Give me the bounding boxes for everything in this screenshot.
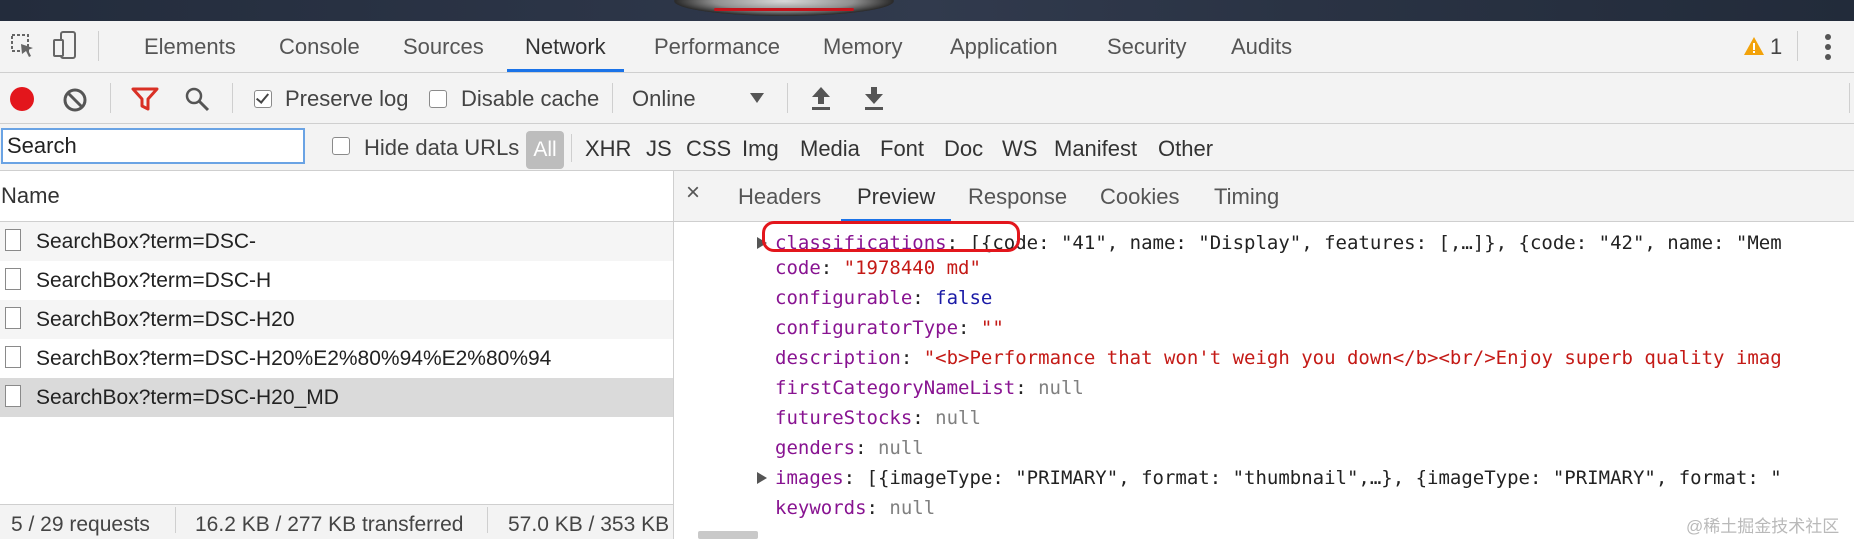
document-icon [5,268,21,290]
tab-elements[interactable]: Elements [144,21,236,72]
export-har-icon[interactable] [863,85,885,111]
filter-css[interactable]: CSS [686,136,731,162]
expand-arrow-icon[interactable] [757,472,767,484]
tab-timing[interactable]: Timing [1214,171,1279,221]
code-highlight-annotation [762,221,1020,252]
json-row-code[interactable]: code: "1978440 md" [775,254,981,282]
more-menu-icon[interactable] [1824,33,1832,61]
filter-icon[interactable] [131,87,159,111]
request-name: SearchBox?term=DSC-H [36,269,272,292]
request-name: SearchBox?term=DSC-H20 [36,308,295,331]
filter-media[interactable]: Media [800,136,860,162]
tab-headers[interactable]: Headers [738,171,821,221]
preserve-log-checkbox[interactable] [254,90,272,108]
watermark: @稀土掘金技术社区 [1686,517,1840,536]
json-row-first-category-name-list[interactable]: firstCategoryNameList: null [775,374,1084,402]
chevron-down-icon[interactable] [750,93,764,103]
record-icon[interactable] [9,86,35,112]
device-toolbar-icon[interactable] [52,30,78,62]
hide-data-urls-checkbox[interactable] [332,137,350,155]
separator [571,134,572,162]
filter-all-button[interactable]: All [526,131,564,169]
detail-tab-bar: × Headers Preview Response Cookies Timin… [674,171,1854,222]
tab-network[interactable]: Network [507,21,624,72]
hide-data-urls-label[interactable]: Hide data URLs [364,135,519,161]
tab-cookies[interactable]: Cookies [1100,171,1179,221]
network-toolbar: Preserve log Disable cache Online [0,73,1854,124]
json-row-configurable[interactable]: configurable: false [775,284,992,312]
browser-top-strip [0,0,1854,21]
separator [98,31,99,61]
devtools-tab-bar: Elements Console Sources Network Perform… [0,21,1854,73]
separator [1797,31,1798,61]
transferred-size: 16.2 KB / 277 KB transferred [195,513,464,536]
document-icon [5,307,21,329]
separator [175,507,176,533]
filter-xhr[interactable]: XHR [585,136,631,162]
json-row-images[interactable]: images: [{imageType: "PRIMARY", format: … [775,464,1782,492]
request-name: SearchBox?term=DSC- [36,230,256,253]
warning-count[interactable]: 1 [1770,21,1782,72]
tab-response[interactable]: Response [968,171,1067,221]
preserve-log-label[interactable]: Preserve log [285,86,409,112]
request-row[interactable]: SearchBox?term=DSC-H [0,261,673,300]
clear-icon[interactable] [62,87,88,113]
separator [232,83,233,113]
network-status-bar: 5 / 29 requests 16.2 KB / 277 KB transfe… [0,504,673,539]
filter-ws[interactable]: WS [1002,136,1037,162]
filter-img[interactable]: Img [742,136,779,162]
request-row[interactable]: SearchBox?term=DSC-H20%E2%80%94%E2%80%94 [0,339,673,378]
request-name: SearchBox?term=DSC-H20_MD [36,386,339,409]
document-icon [5,229,21,251]
separator [787,83,788,113]
request-row[interactable]: SearchBox?term=DSC-H20 [0,300,673,339]
request-detail-pane: × Headers Preview Response Cookies Timin… [674,171,1854,539]
horizontal-scrollbar[interactable] [698,531,758,539]
tab-performance[interactable]: Performance [654,21,780,72]
filter-font[interactable]: Font [880,136,924,162]
json-row-configurator-type[interactable]: configuratorType: "" [775,314,1004,342]
filter-doc[interactable]: Doc [944,136,983,162]
disable-cache-checkbox[interactable] [429,90,447,108]
tab-security[interactable]: Security [1107,21,1186,72]
json-row-future-stocks[interactable]: futureStocks: null [775,404,981,432]
import-har-icon[interactable] [810,85,832,111]
document-icon [5,346,21,368]
request-name: SearchBox?term=DSC-H20%E2%80%94%E2%80%94 [36,347,552,370]
throttling-select[interactable]: Online [632,86,696,112]
separator [110,83,111,113]
resources-size: 57.0 KB / 353 KB [508,513,670,536]
tab-sources[interactable]: Sources [403,21,484,72]
separator [612,83,613,113]
disable-cache-label[interactable]: Disable cache [461,86,599,112]
request-list: Name SearchBox?term=DSC- SearchBox?term=… [0,171,674,539]
document-icon [5,385,21,407]
close-icon[interactable]: × [686,179,700,207]
separator [487,507,488,533]
request-count: 5 / 29 requests [11,513,150,536]
name-column-header[interactable]: Name [0,171,673,222]
separator [1849,83,1850,113]
tab-console[interactable]: Console [279,21,360,72]
json-row-description[interactable]: description: "<b>Performance that won't … [775,344,1782,372]
filter-search-input[interactable] [1,128,305,164]
tab-audits[interactable]: Audits [1231,21,1292,72]
search-icon[interactable] [184,86,210,112]
tab-preview[interactable]: Preview [840,171,952,222]
filter-other[interactable]: Other [1158,136,1213,162]
inspect-element-icon[interactable] [10,33,36,59]
json-row-keywords[interactable]: keywords: null [775,494,935,522]
request-row-selected[interactable]: SearchBox?term=DSC-H20_MD [0,378,673,417]
warning-icon[interactable] [1743,36,1765,56]
tab-application[interactable]: Application [950,21,1058,72]
filter-manifest[interactable]: Manifest [1054,136,1137,162]
background-image-fragment [674,0,894,16]
tab-memory[interactable]: Memory [823,21,902,72]
filter-js[interactable]: JS [646,136,672,162]
json-row-genders[interactable]: genders: null [775,434,924,462]
request-row[interactable]: SearchBox?term=DSC- [0,222,673,261]
